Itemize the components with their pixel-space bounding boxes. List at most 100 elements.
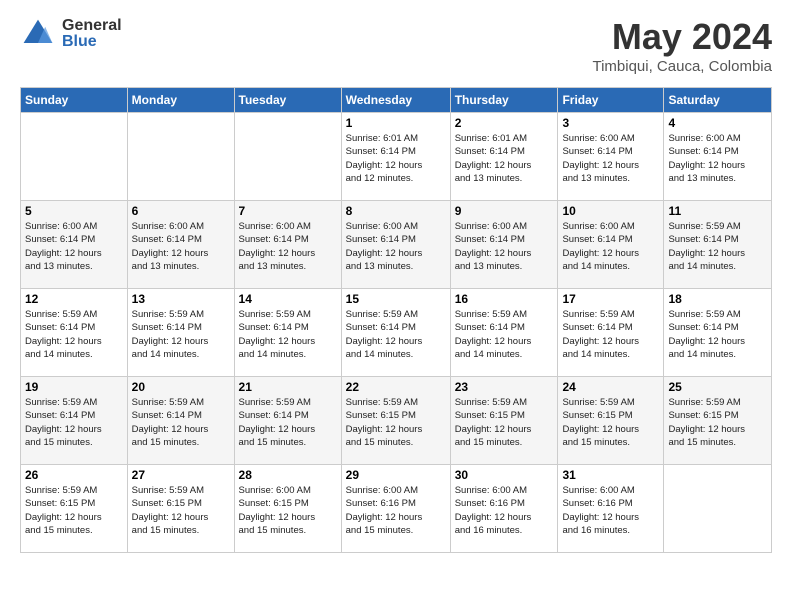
calendar-cell: 3 Sunrise: 6:00 AM Sunset: 6:14 PM Daylig…: [558, 113, 664, 201]
day-info: Sunrise: 5:59 AM Sunset: 6:14 PM Dayligh…: [25, 308, 123, 361]
day-number: 7: [239, 204, 337, 218]
calendar-week-4: 19 Sunrise: 5:59 AM Sunset: 6:14 PM Dayli…: [21, 377, 772, 465]
day-info: Sunrise: 6:00 AM Sunset: 6:16 PM Dayligh…: [346, 484, 446, 537]
day-number: 10: [562, 204, 659, 218]
day-number: 20: [132, 380, 230, 394]
calendar-cell: 16 Sunrise: 5:59 AM Sunset: 6:14 PM Dayli…: [450, 289, 558, 377]
day-info: Sunrise: 6:00 AM Sunset: 6:16 PM Dayligh…: [455, 484, 554, 537]
calendar-cell: 20Sunrise: 5:59 AM Sunset: 6:14 PM Dayli…: [127, 377, 234, 465]
day-number: 3: [562, 116, 659, 130]
calendar-table: SundayMondayTuesdayWednesdayThursdayFrid…: [20, 87, 772, 553]
day-number: 31: [562, 468, 659, 482]
day-info: Sunrise: 6:00 AM Sunset: 6:14 PM Dayligh…: [25, 220, 123, 273]
calendar-cell: 1 Sunrise: 6:01 AM Sunset: 6:14 PM Daylig…: [341, 113, 450, 201]
day-number: 6: [132, 204, 230, 218]
day-number: 15: [346, 292, 446, 306]
calendar-cell: [21, 113, 128, 201]
calendar-cell: 24 Sunrise: 5:59 AM Sunset: 6:15 PM Dayli…: [558, 377, 664, 465]
day-info: Sunrise: 6:00 AM Sunset: 6:14 PM Dayligh…: [562, 132, 659, 185]
day-header-sunday: Sunday: [21, 88, 128, 113]
day-header-saturday: Saturday: [664, 88, 772, 113]
calendar-cell: 19Sunrise: 5:59 AM Sunset: 6:14 PM Dayli…: [21, 377, 128, 465]
day-info: Sunrise: 6:01 AM Sunset: 6:14 PM Dayligh…: [346, 132, 446, 185]
day-info: Sunrise: 6:01 AM Sunset: 6:14 PM Dayligh…: [455, 132, 554, 185]
day-info: Sunrise: 5:59 AM Sunset: 6:15 PM Dayligh…: [132, 484, 230, 537]
calendar-cell: [127, 113, 234, 201]
day-number: 1: [346, 116, 446, 130]
calendar-cell: 13Sunrise: 5:59 AM Sunset: 6:14 PM Dayli…: [127, 289, 234, 377]
day-info: Sunrise: 5:59 AM Sunset: 6:14 PM Dayligh…: [239, 396, 337, 449]
calendar-cell: 7 Sunrise: 6:00 AM Sunset: 6:14 PM Daylig…: [234, 201, 341, 289]
logo-icon: [20, 16, 56, 52]
day-number: 21: [239, 380, 337, 394]
day-number: 5: [25, 204, 123, 218]
day-info: Sunrise: 6:00 AM Sunset: 6:14 PM Dayligh…: [668, 132, 767, 185]
day-number: 24: [562, 380, 659, 394]
calendar-cell: 25 Sunrise: 5:59 AM Sunset: 6:15 PM Dayli…: [664, 377, 772, 465]
day-info: Sunrise: 5:59 AM Sunset: 6:15 PM Dayligh…: [25, 484, 123, 537]
logo: General Blue: [20, 16, 122, 52]
day-info: Sunrise: 5:59 AM Sunset: 6:14 PM Dayligh…: [668, 220, 767, 273]
day-info: Sunrise: 5:59 AM Sunset: 6:15 PM Dayligh…: [455, 396, 554, 449]
day-header-tuesday: Tuesday: [234, 88, 341, 113]
calendar-cell: 22 Sunrise: 5:59 AM Sunset: 6:15 PM Dayli…: [341, 377, 450, 465]
day-number: 30: [455, 468, 554, 482]
day-number: 23: [455, 380, 554, 394]
day-info: Sunrise: 5:59 AM Sunset: 6:14 PM Dayligh…: [455, 308, 554, 361]
day-number: 11: [668, 204, 767, 218]
calendar-week-5: 26 Sunrise: 5:59 AM Sunset: 6:15 PM Dayli…: [21, 465, 772, 553]
day-info: Sunrise: 6:00 AM Sunset: 6:14 PM Dayligh…: [455, 220, 554, 273]
day-number: 9: [455, 204, 554, 218]
day-header-thursday: Thursday: [450, 88, 558, 113]
day-number: 26: [25, 468, 123, 482]
calendar-cell: 14 Sunrise: 5:59 AM Sunset: 6:14 PM Dayli…: [234, 289, 341, 377]
day-info: Sunrise: 6:00 AM Sunset: 6:14 PM Dayligh…: [562, 220, 659, 273]
day-info: Sunrise: 5:59 AM Sunset: 6:15 PM Dayligh…: [668, 396, 767, 449]
calendar-cell: 26 Sunrise: 5:59 AM Sunset: 6:15 PM Dayli…: [21, 465, 128, 553]
day-number: 22: [346, 380, 446, 394]
day-info: Sunrise: 6:00 AM Sunset: 6:16 PM Dayligh…: [562, 484, 659, 537]
header: General Blue May 2024 Timbiqui, Cauca, C…: [20, 16, 772, 75]
calendar-cell: 5 Sunrise: 6:00 AM Sunset: 6:14 PM Daylig…: [21, 201, 128, 289]
calendar-cell: 4Sunrise: 6:00 AM Sunset: 6:14 PM Daylig…: [664, 113, 772, 201]
calendar-cell: 27Sunrise: 5:59 AM Sunset: 6:15 PM Dayli…: [127, 465, 234, 553]
calendar-cell: 12 Sunrise: 5:59 AM Sunset: 6:14 PM Dayli…: [21, 289, 128, 377]
day-info: Sunrise: 5:59 AM Sunset: 6:14 PM Dayligh…: [132, 308, 230, 361]
title-location: Timbiqui, Cauca, Colombia: [592, 58, 772, 75]
title-section: May 2024 Timbiqui, Cauca, Colombia: [592, 16, 772, 75]
day-number: 17: [562, 292, 659, 306]
day-info: Sunrise: 5:59 AM Sunset: 6:14 PM Dayligh…: [668, 308, 767, 361]
day-info: Sunrise: 5:59 AM Sunset: 6:15 PM Dayligh…: [562, 396, 659, 449]
day-info: Sunrise: 6:00 AM Sunset: 6:14 PM Dayligh…: [132, 220, 230, 273]
logo-blue-label: Blue: [62, 34, 122, 50]
calendar-cell: 11 Sunrise: 5:59 AM Sunset: 6:14 PM Dayli…: [664, 201, 772, 289]
calendar-cell: 28Sunrise: 6:00 AM Sunset: 6:15 PM Dayli…: [234, 465, 341, 553]
calendar-cell: 2Sunrise: 6:01 AM Sunset: 6:14 PM Daylig…: [450, 113, 558, 201]
day-number: 19: [25, 380, 123, 394]
calendar-week-1: 1 Sunrise: 6:01 AM Sunset: 6:14 PM Daylig…: [21, 113, 772, 201]
day-info: Sunrise: 5:59 AM Sunset: 6:15 PM Dayligh…: [346, 396, 446, 449]
day-number: 14: [239, 292, 337, 306]
logo-text: General Blue: [62, 18, 122, 50]
day-number: 18: [668, 292, 767, 306]
calendar-cell: 31 Sunrise: 6:00 AM Sunset: 6:16 PM Dayli…: [558, 465, 664, 553]
day-info: Sunrise: 5:59 AM Sunset: 6:14 PM Dayligh…: [562, 308, 659, 361]
day-number: 16: [455, 292, 554, 306]
day-header-friday: Friday: [558, 88, 664, 113]
calendar-cell: 17 Sunrise: 5:59 AM Sunset: 6:14 PM Dayli…: [558, 289, 664, 377]
day-info: Sunrise: 5:59 AM Sunset: 6:14 PM Dayligh…: [346, 308, 446, 361]
day-number: 28: [239, 468, 337, 482]
day-number: 12: [25, 292, 123, 306]
title-month: May 2024: [592, 16, 772, 58]
logo-general-label: General: [62, 18, 122, 34]
calendar-cell: 6 Sunrise: 6:00 AM Sunset: 6:14 PM Daylig…: [127, 201, 234, 289]
day-number: 29: [346, 468, 446, 482]
calendar-cell: 21 Sunrise: 5:59 AM Sunset: 6:14 PM Dayli…: [234, 377, 341, 465]
calendar-cell: 10 Sunrise: 6:00 AM Sunset: 6:14 PM Dayli…: [558, 201, 664, 289]
day-header-monday: Monday: [127, 88, 234, 113]
day-number: 25: [668, 380, 767, 394]
day-info: Sunrise: 5:59 AM Sunset: 6:14 PM Dayligh…: [239, 308, 337, 361]
calendar-cell: 23 Sunrise: 5:59 AM Sunset: 6:15 PM Dayli…: [450, 377, 558, 465]
calendar-cell: 9 Sunrise: 6:00 AM Sunset: 6:14 PM Daylig…: [450, 201, 558, 289]
day-info: Sunrise: 6:00 AM Sunset: 6:14 PM Dayligh…: [239, 220, 337, 273]
